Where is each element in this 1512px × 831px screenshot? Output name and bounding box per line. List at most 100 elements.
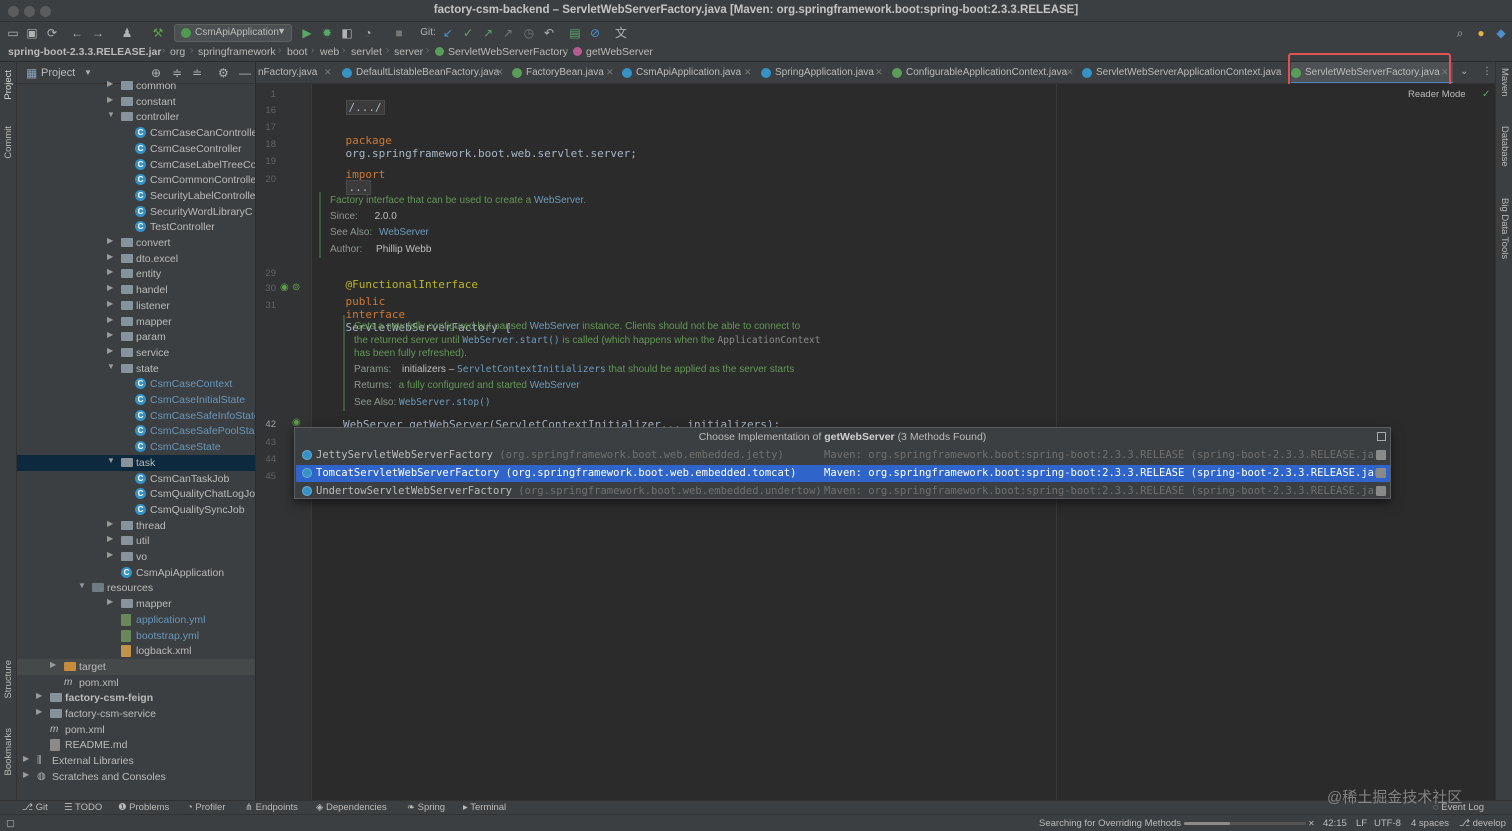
cancel-task-icon[interactable]: ✕ — [1308, 819, 1315, 828]
file-encoding[interactable]: UTF-8 — [1374, 818, 1401, 829]
editor-tab-nfactory-java[interactable]: nFactory.java ✕ — [258, 62, 336, 83]
doc-link-initializers[interactable]: ServletContextInitializers — [457, 364, 606, 375]
profile-icon[interactable]: ◔ — [361, 26, 375, 40]
forward-icon[interactable]: → — [91, 26, 105, 40]
chevron-right-icon[interactable]: ▶ — [107, 597, 113, 606]
chevron-right-icon[interactable]: ▶ — [107, 299, 113, 308]
breadcrumb-jar[interactable]: spring-boot-2.3.3.RELEASE.jar — [8, 46, 161, 58]
build-hammer-icon[interactable]: ⚒ — [151, 26, 165, 40]
tree-item-csmcantaskjob[interactable]: C CsmCanTaskJob — [17, 471, 255, 487]
chevron-right-icon[interactable]: ▶ — [23, 754, 29, 763]
line-separator[interactable]: LF — [1356, 818, 1367, 829]
profiler-tool-button[interactable]: ◔ Profiler — [187, 802, 225, 813]
doc-link-stop[interactable]: WebServer.stop() — [399, 397, 491, 408]
tree-item-csmcasesafeinfostate[interactable]: C CsmCaseSafeInfoState — [17, 408, 255, 424]
git-pull-icon[interactable]: ↗ — [501, 26, 515, 40]
database-tool-tab[interactable]: Database — [1499, 126, 1510, 167]
doc-link-webserver[interactable]: WebServer — [534, 195, 583, 206]
dependencies-tool-button[interactable]: ◈ Dependencies — [316, 802, 387, 813]
tree-item-csmcasesafepoolstat[interactable]: C CsmCaseSafePoolStat — [17, 423, 255, 439]
breadcrumb-class[interactable]: ServletWebServerFactory — [448, 46, 568, 58]
tree-item-vo[interactable]: ▶ vo — [17, 549, 255, 565]
tree-item-bootstrap-yml[interactable]: bootstrap.yml — [17, 628, 255, 644]
tree-item-listener[interactable]: ▶ listener — [17, 298, 255, 314]
editor-tab-servletwebserverapplicationcontext-java[interactable]: ServletWebServerApplicationContext.java ✕ — [1082, 62, 1287, 83]
more-options-icon[interactable]: ⋮ — [1482, 66, 1492, 77]
bookmarks-tool-tab[interactable]: Bookmarks — [3, 728, 14, 776]
import-fold[interactable]: ... — [345, 180, 372, 195]
tree-item-convert[interactable]: ▶ convert — [17, 235, 255, 251]
chevron-right-icon[interactable]: ▶ — [107, 283, 113, 292]
tree-item-securitylabelcontrolle[interactable]: C SecurityLabelControlle — [17, 188, 255, 204]
inspections-ok-icon[interactable]: ✓ — [1482, 89, 1490, 100]
implemented-gutter-icon[interactable]: ◉ — [280, 282, 289, 293]
editor-tab-defaultlistablebeanfactory-java[interactable]: DefaultListableBeanFactory.java ✕ — [342, 62, 508, 83]
big-data-tools-tab[interactable]: Big Data Tools — [1499, 198, 1510, 259]
close-tab-icon[interactable]: ✕ — [324, 67, 332, 78]
doc-link-webserver[interactable]: WebServer — [379, 227, 429, 238]
editor-tab-springapplication-java[interactable]: SpringApplication.java ✕ — [761, 62, 887, 83]
editor-tab-csmapiapplication-java[interactable]: CsmApiApplication.java ✕ — [622, 62, 756, 83]
chevron-right-icon[interactable]: ▶ — [107, 519, 113, 528]
structure-tool-tab[interactable]: Structure — [3, 660, 14, 699]
tree-item-controller[interactable]: ▼ controller — [17, 109, 255, 125]
tree-item-csmcaselabeltreeco[interactable]: C CsmCaseLabelTreeCo — [17, 157, 255, 173]
block-icon[interactable]: ⊘ — [588, 26, 602, 40]
git-push-icon[interactable]: ↗ — [481, 26, 495, 40]
tree-item-factory-csm-service[interactable]: ▶ factory-csm-service — [17, 706, 255, 722]
tree-item-common[interactable]: ▶ common — [17, 78, 255, 94]
run-icon[interactable]: ▶ — [300, 26, 314, 40]
close-tab-icon[interactable]: ✕ — [744, 67, 752, 78]
search-icon[interactable]: ⌕ — [1453, 26, 1467, 40]
close-tab-icon[interactable]: ✕ — [496, 67, 504, 78]
update-icon[interactable]: ● — [1474, 26, 1488, 40]
layout-icon[interactable]: ▢ — [6, 818, 15, 829]
run-configuration-select[interactable]: CsmApiApplication ▼ — [174, 24, 292, 42]
implementation-item-undertow[interactable]: UndertowServletWebServerFactory (org.spr… — [296, 483, 1390, 500]
editor-tab-factorybean-java[interactable]: FactoryBean.java ✕ — [512, 62, 618, 83]
tab-list-dropdown-icon[interactable]: ⌄ — [1460, 66, 1468, 77]
chevron-right-icon[interactable]: ▶ — [107, 79, 113, 88]
tree-item-constant[interactable]: ▶ constant — [17, 94, 255, 110]
breadcrumb-boot[interactable]: boot — [287, 46, 307, 58]
chevron-down-icon[interactable]: ▼ — [78, 581, 86, 590]
open-in-find-window-icon[interactable] — [1377, 432, 1386, 441]
breadcrumb-method[interactable]: getWebServer — [586, 46, 653, 58]
terminal-tool-button[interactable]: ▸ Terminal — [463, 802, 506, 813]
close-tab-icon[interactable]: ✕ — [875, 67, 883, 78]
breadcrumb-servlet[interactable]: servlet — [351, 46, 382, 58]
tree-item-thread[interactable]: ▶ thread — [17, 518, 255, 534]
chevron-right-icon[interactable]: ▶ — [107, 95, 113, 104]
user-icon[interactable]: ♟ — [120, 26, 134, 40]
background-task-label[interactable]: Searching for Overriding Methods — [1039, 818, 1181, 829]
git-branch[interactable]: ⎇ develop — [1459, 818, 1506, 829]
editor-tab-configurableapplicationcontext-java[interactable]: ConfigurableApplicationContext.java ✕ — [892, 62, 1078, 83]
open-folder-icon[interactable]: ▭ — [6, 26, 20, 40]
chevron-right-icon[interactable]: ▶ — [107, 346, 113, 355]
tree-item-util[interactable]: ▶ util — [17, 533, 255, 549]
tree-item-csmcasecontroller[interactable]: C CsmCaseController — [17, 141, 255, 157]
folded-header[interactable]: /.../ — [345, 100, 385, 115]
coverage-icon[interactable]: ◧ — [340, 26, 354, 40]
chevron-right-icon[interactable]: ▶ — [107, 534, 113, 543]
git-tool-button[interactable]: ⎇ Git — [22, 802, 48, 813]
commit-tool-tab[interactable]: Commit — [3, 126, 14, 159]
tree-item-entity[interactable]: ▶ entity — [17, 266, 255, 282]
tree-item-csmcasecontext[interactable]: C CsmCaseContext — [17, 376, 255, 392]
tree-item-csmcommoncontrolle[interactable]: C CsmCommonControlle — [17, 172, 255, 188]
tree-item-handel[interactable]: ▶ handel — [17, 282, 255, 298]
tree-item-target[interactable]: ▶ target — [17, 658, 255, 675]
chevron-right-icon[interactable]: ▶ — [107, 267, 113, 276]
chevron-down-icon[interactable]: ▼ — [107, 362, 115, 371]
tree-item-resources[interactable]: ▼ resources — [17, 580, 255, 596]
close-tab-icon[interactable]: ✕ — [1275, 67, 1283, 78]
breadcrumb-springframework[interactable]: springframework — [198, 46, 276, 58]
git-commit-icon[interactable]: ✓ — [461, 26, 475, 40]
tree-item-csmcasestate[interactable]: C CsmCaseState — [17, 439, 255, 455]
implementation-item-jetty[interactable]: JettyServletWebServerFactory (org.spring… — [296, 447, 1390, 464]
save-all-icon[interactable]: ▣ — [25, 26, 39, 40]
project-tool-tab[interactable]: Project — [3, 70, 14, 100]
indent-setting[interactable]: 4 spaces — [1411, 818, 1449, 829]
git-rollback-icon[interactable]: ↶ — [542, 26, 556, 40]
breadcrumb-web[interactable]: web — [320, 46, 339, 58]
